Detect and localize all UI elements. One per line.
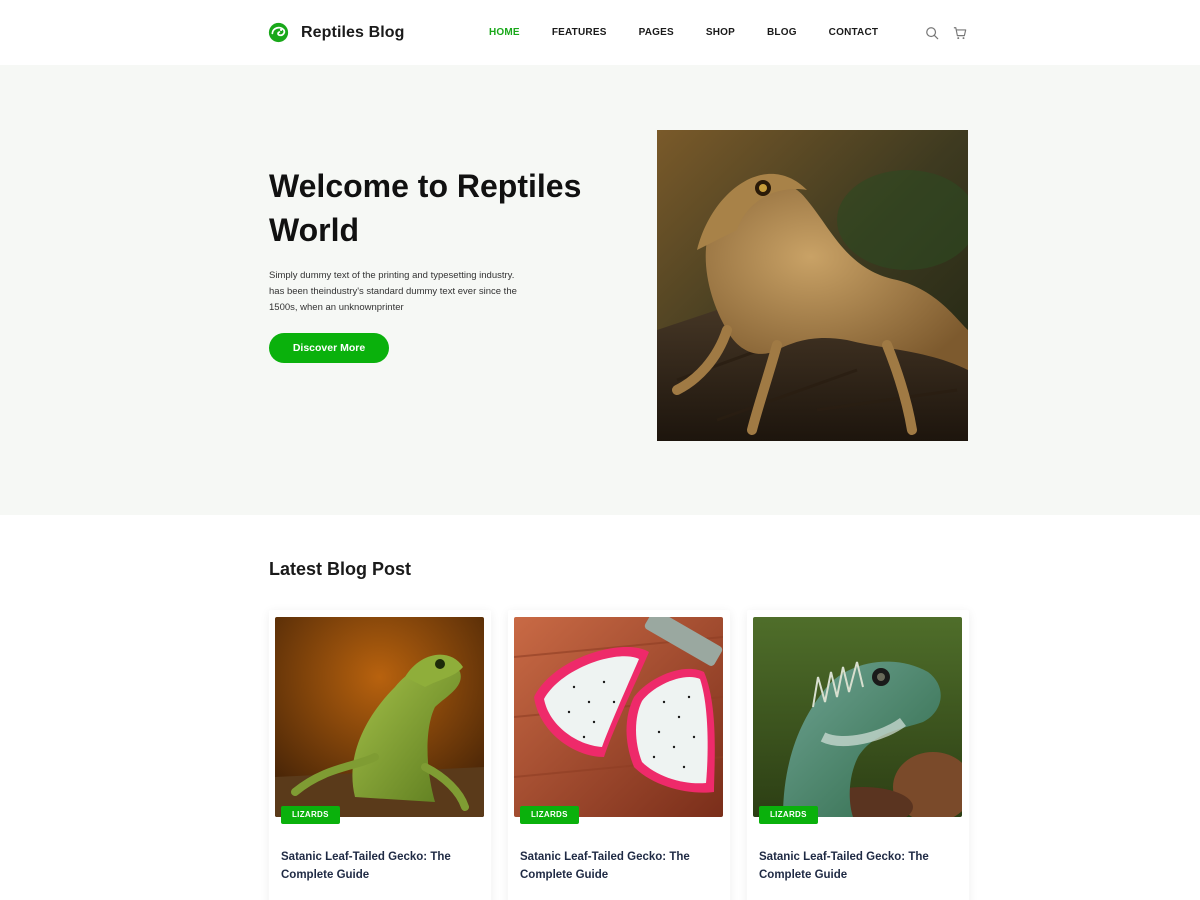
- cart-icon[interactable]: [953, 26, 967, 40]
- blog-card[interactable]: LIZARDS Satanic Leaf-Tailed Gecko: The C…: [747, 610, 969, 900]
- nav-item-pages[interactable]: PAGES: [639, 27, 674, 38]
- blog-card[interactable]: LIZARDS Satanic Leaf-Tailed Gecko: The C…: [269, 610, 491, 900]
- hero-description: Simply dummy text of the printing and ty…: [269, 270, 517, 313]
- hero-lizard-image: [657, 130, 968, 441]
- post-title[interactable]: Satanic Leaf-Tailed Gecko: The Complete …: [759, 848, 959, 884]
- category-badge[interactable]: LIZARDS: [759, 806, 818, 824]
- search-icon[interactable]: [925, 26, 939, 40]
- nav-item-contact[interactable]: CONTACT: [829, 27, 879, 38]
- hero-section: Welcome to Reptiles World Simply dummy t…: [0, 65, 1200, 515]
- site-header: Reptiles Blog HOME FEATURES PAGES SHOP B…: [0, 0, 1200, 65]
- nav-item-blog[interactable]: BLOG: [767, 27, 797, 38]
- discover-more-button[interactable]: Discover More: [269, 333, 389, 363]
- post-thumbnail-green-lizard: [275, 617, 484, 817]
- main-nav: HOME FEATURES PAGES SHOP BLOG CONTACT: [489, 27, 910, 38]
- nav-item-home[interactable]: HOME: [489, 27, 520, 38]
- blog-card[interactable]: LIZARDS Satanic Leaf-Tailed Gecko: The C…: [508, 610, 730, 900]
- nav-item-shop[interactable]: SHOP: [706, 27, 735, 38]
- post-thumbnail-dragon-fruit: [514, 617, 723, 817]
- post-thumbnail-iguana: [753, 617, 962, 817]
- site-name: Reptiles Blog: [301, 23, 405, 41]
- post-title[interactable]: Satanic Leaf-Tailed Gecko: The Complete …: [281, 848, 481, 884]
- chameleon-logo-icon: [268, 22, 289, 43]
- category-badge[interactable]: LIZARDS: [281, 806, 340, 824]
- header-actions: [925, 26, 967, 40]
- section-title: Latest Blog Post: [269, 559, 412, 579]
- hero-title: Welcome to Reptiles World: [269, 168, 582, 248]
- post-title[interactable]: Satanic Leaf-Tailed Gecko: The Complete …: [520, 848, 720, 884]
- nav-item-features[interactable]: FEATURES: [552, 27, 607, 38]
- site-logo[interactable]: Reptiles Blog: [268, 22, 405, 43]
- category-badge[interactable]: LIZARDS: [520, 806, 579, 824]
